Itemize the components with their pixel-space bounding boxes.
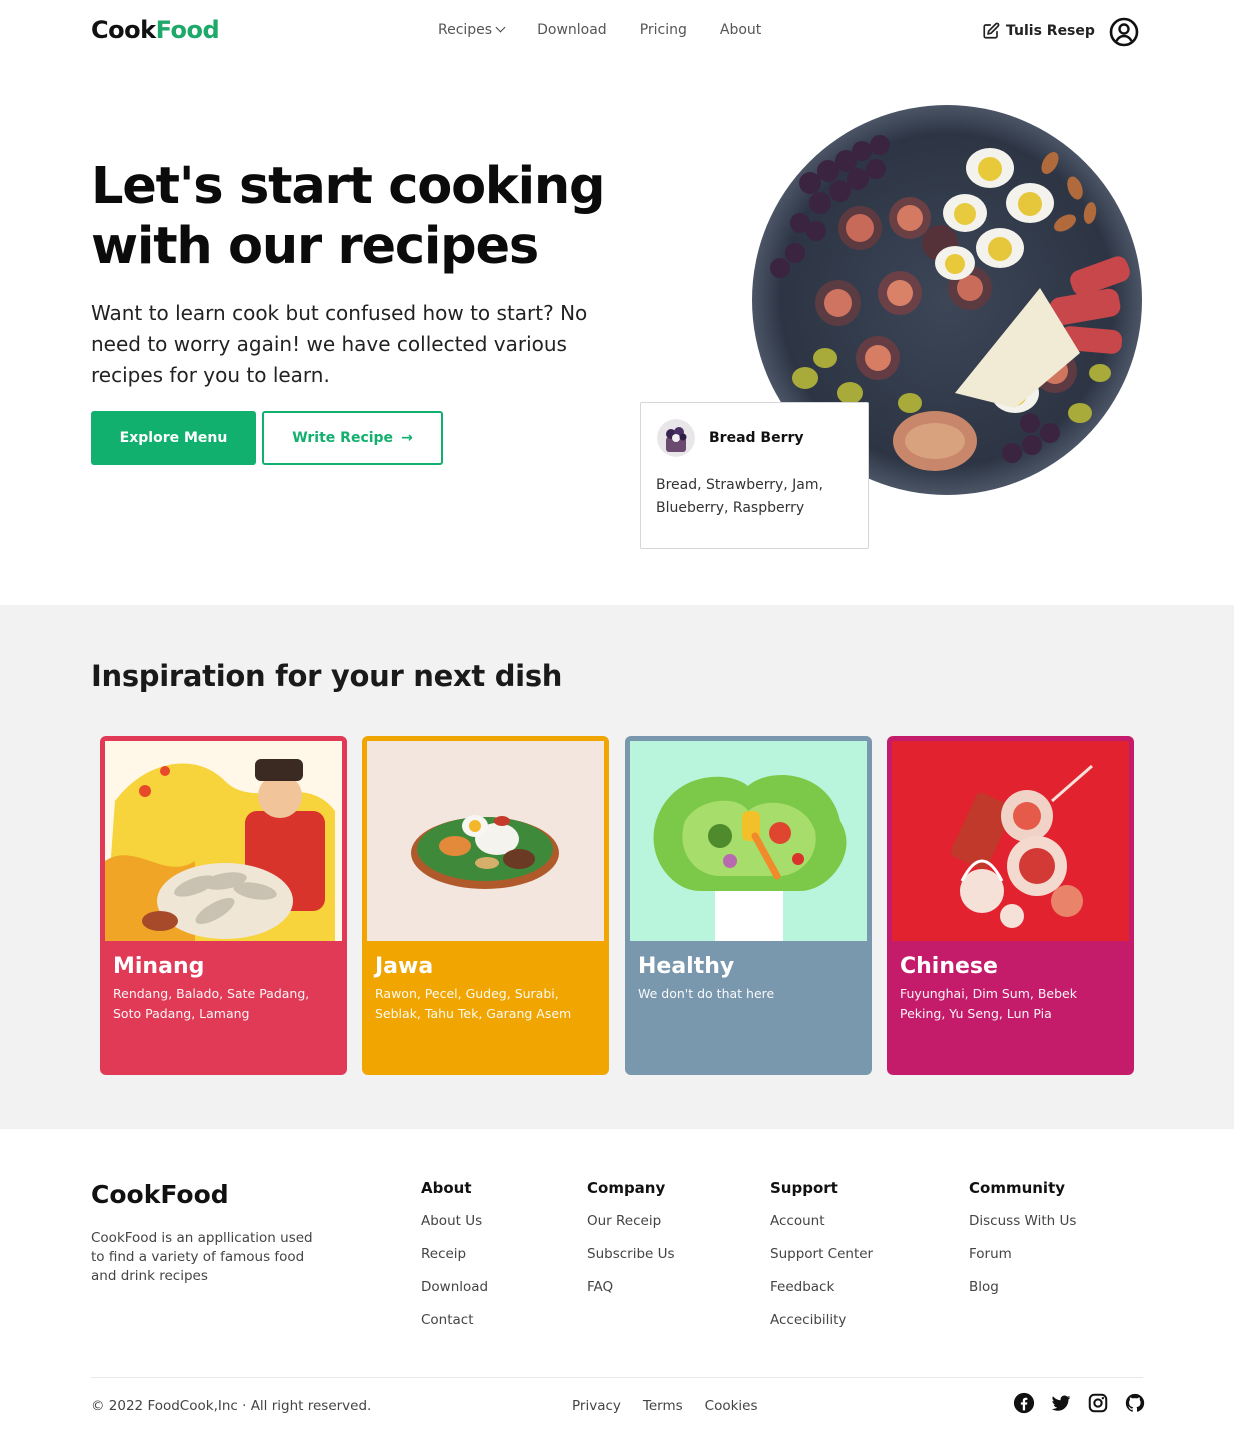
header: CookFood Recipes Download Pricing About … xyxy=(0,0,1234,64)
footer-column-head: Support xyxy=(770,1179,838,1197)
edit-icon xyxy=(983,22,1000,39)
minang-image xyxy=(105,741,342,941)
hero-description: Want to learn cook but confused how to s… xyxy=(91,301,588,387)
category-desc: Rendang, Balado, Sate Padang, Soto Padan… xyxy=(113,986,310,1021)
footer-link-about-us[interactable]: About Us xyxy=(421,1213,488,1246)
logo[interactable]: CookFood xyxy=(91,16,220,44)
category-title: Jawa xyxy=(375,954,434,979)
footer-column-head: Community xyxy=(969,1179,1066,1197)
copyright: © 2022 FoodCook,Inc · All right reserved… xyxy=(91,1398,372,1414)
cookies-link[interactable]: Cookies xyxy=(705,1398,758,1414)
footer-about-text: CookFood is an appllication used to find… xyxy=(91,1230,313,1284)
privacy-link[interactable]: Privacy xyxy=(572,1398,621,1414)
footer-column-head: About xyxy=(421,1179,472,1197)
category-card-chinese[interactable]: Chinese Fuyunghai, Dim Sum, Bebek Peking… xyxy=(887,736,1134,1075)
logo-cook: Cook xyxy=(91,16,156,44)
recipe-ingredients: Bread, Strawberry, Jam, Blueberry, Raspb… xyxy=(656,477,823,516)
category-card-healthy[interactable]: Healthy We don't do that here xyxy=(625,736,872,1075)
chevron-down-icon xyxy=(495,22,506,33)
footer-column-head: Company xyxy=(587,1179,666,1197)
terms-link[interactable]: Terms xyxy=(643,1398,683,1414)
footer-link-feedback[interactable]: Feedback xyxy=(770,1279,873,1312)
footer-link-faq[interactable]: FAQ xyxy=(587,1279,675,1312)
footer-column-company: Company Our Receip Subscribe Us FAQ xyxy=(587,1179,675,1312)
footer-column-about: About About Us Receip Download Contact xyxy=(421,1179,488,1345)
legal-links: Privacy Terms Cookies xyxy=(572,1398,758,1414)
twitter-icon[interactable] xyxy=(1050,1392,1072,1414)
footer-link-accessibility[interactable]: Accecibility xyxy=(770,1312,873,1345)
inspiration-title: Inspiration for your next dish xyxy=(91,659,563,693)
footer-link-subscribe[interactable]: Subscribe Us xyxy=(587,1246,675,1279)
recipe-name: Bread Berry xyxy=(709,430,804,446)
nav-download[interactable]: Download xyxy=(537,22,607,38)
category-desc: We don't do that here xyxy=(638,986,775,1001)
footer-logo[interactable]: CookFood xyxy=(91,1180,229,1209)
category-card-jawa[interactable]: Jawa Rawon, Pecel, Gudeg, Surabi, Seblak… xyxy=(362,736,609,1075)
footer-column-support: Support Account Support Center Feedback … xyxy=(770,1179,873,1345)
social-links xyxy=(1013,1392,1146,1414)
write-recipe-button-label: Write Recipe xyxy=(292,430,394,446)
footer-link-blog[interactable]: Blog xyxy=(969,1279,1076,1312)
footer-link-receip[interactable]: Receip xyxy=(421,1246,488,1279)
arrow-right-icon: → xyxy=(401,430,413,446)
recipe-card[interactable]: Bread Berry Bread, Strawberry, Jam, Blue… xyxy=(640,402,869,549)
footer-divider xyxy=(91,1377,1143,1378)
footer-link-download[interactable]: Download xyxy=(421,1279,488,1312)
inspiration-section: Inspiration for your next dish Minang Re… xyxy=(0,605,1234,1129)
jawa-image xyxy=(367,741,604,941)
footer-column-community: Community Discuss With Us Forum Blog xyxy=(969,1179,1076,1312)
footer-link-our-receip[interactable]: Our Receip xyxy=(587,1213,675,1246)
instagram-icon[interactable] xyxy=(1087,1392,1109,1414)
footer-link-discuss[interactable]: Discuss With Us xyxy=(969,1213,1076,1246)
explore-menu-button[interactable]: Explore Menu xyxy=(91,411,256,465)
footer-link-support-center[interactable]: Support Center xyxy=(770,1246,873,1279)
chinese-image xyxy=(892,741,1129,941)
footer-link-account[interactable]: Account xyxy=(770,1213,873,1246)
hero-title: Let's start cooking with our recipes xyxy=(91,157,606,276)
category-title: Healthy xyxy=(638,954,735,979)
category-title: Chinese xyxy=(900,954,998,979)
github-icon[interactable] xyxy=(1124,1392,1146,1414)
user-icon[interactable] xyxy=(1109,17,1139,47)
footer-link-contact[interactable]: Contact xyxy=(421,1312,488,1345)
write-recipe-button[interactable]: Write Recipe → xyxy=(262,411,443,465)
write-recipe-link[interactable]: Tulis Resep xyxy=(982,22,1095,40)
nav-pricing[interactable]: Pricing xyxy=(640,22,687,38)
nav-about[interactable]: About xyxy=(720,22,761,38)
recipe-avatar xyxy=(657,419,695,457)
category-card-minang[interactable]: Minang Rendang, Balado, Sate Padang, Sot… xyxy=(100,736,347,1075)
write-recipe-label: Tulis Resep xyxy=(1006,23,1095,39)
facebook-icon[interactable] xyxy=(1013,1392,1035,1414)
category-title: Minang xyxy=(113,954,205,979)
footer-link-forum[interactable]: Forum xyxy=(969,1246,1076,1279)
nav-recipes-label: Recipes xyxy=(438,22,493,38)
nav-recipes[interactable]: Recipes xyxy=(438,22,506,38)
healthy-image xyxy=(630,741,867,941)
logo-food: Food xyxy=(155,16,220,44)
category-desc: Rawon, Pecel, Gudeg, Surabi, Seblak, Tah… xyxy=(375,986,572,1021)
main-nav: Recipes Download Pricing About xyxy=(438,22,761,38)
category-desc: Fuyunghai, Dim Sum, Bebek Peking, Yu Sen… xyxy=(900,986,1077,1021)
